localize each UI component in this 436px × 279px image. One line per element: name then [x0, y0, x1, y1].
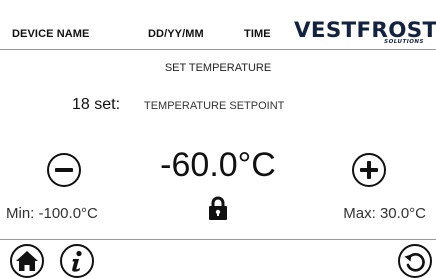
plus-icon-vertical — [367, 161, 371, 179]
back-arrow-icon — [404, 252, 425, 272]
min-value-label: Min: -100.0°C — [6, 205, 98, 222]
logo-sub-text: SOLUTIONS — [384, 39, 424, 45]
info-button[interactable] — [60, 244, 94, 278]
setpoint-screen: DEVICE NAME DD/YY/MM TIME VESTFROST SOLU… — [0, 0, 436, 279]
time-label: TIME — [244, 28, 271, 40]
parameter-name: TEMPERATURE SETPOINT — [144, 100, 285, 112]
device-name-label: DEVICE NAME — [12, 28, 90, 40]
increment-button[interactable] — [352, 153, 386, 187]
max-value-label: Max: 30.0°C — [343, 205, 426, 222]
parameter-id: 18 set: — [72, 96, 121, 113]
header-bar: DEVICE NAME DD/YY/MM TIME VESTFROST SOLU… — [0, 0, 436, 50]
home-icon — [16, 251, 38, 271]
footer-bar — [0, 239, 436, 279]
info-icon — [72, 250, 82, 272]
date-format-label: DD/YY/MM — [148, 28, 204, 40]
page-title: SET TEMPERATURE — [164, 62, 272, 74]
vestfrost-logo: VESTFROST SOLUTIONS — [294, 18, 436, 48]
lock-icon — [209, 196, 227, 220]
back-button[interactable] — [398, 244, 432, 278]
home-button[interactable] — [10, 244, 44, 278]
